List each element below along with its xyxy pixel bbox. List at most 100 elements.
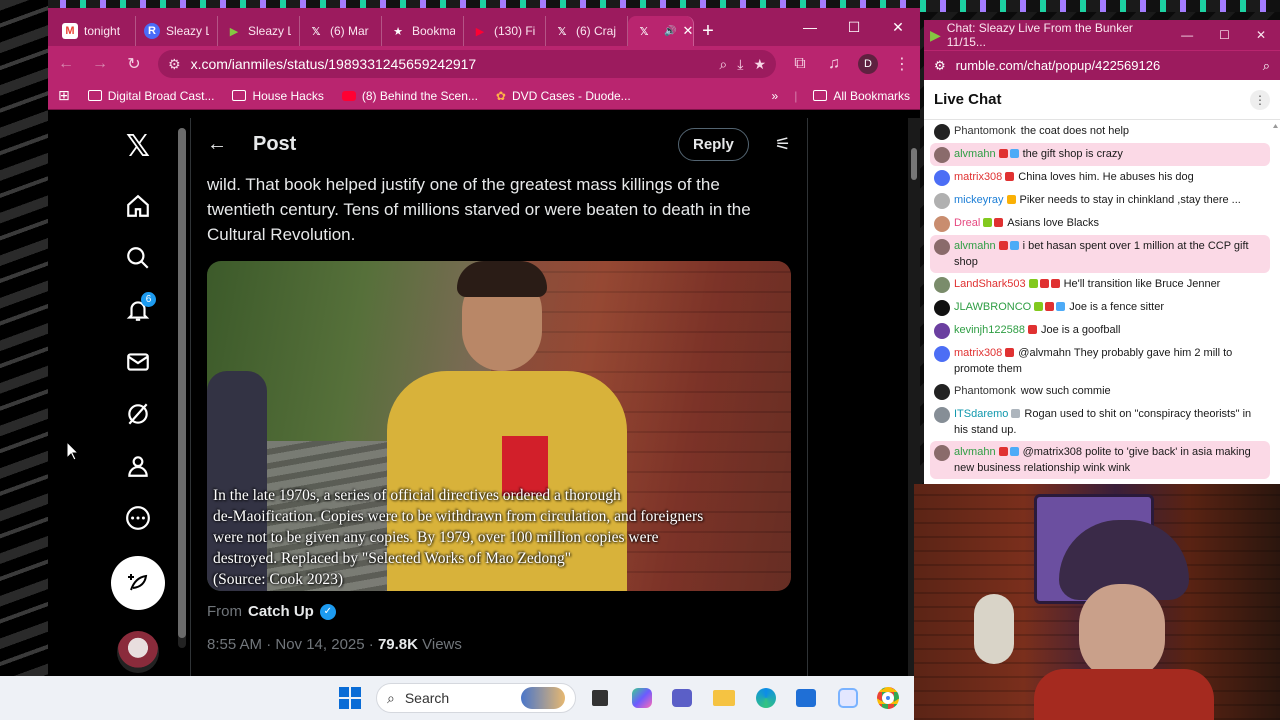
google-lens-icon[interactable]: ⧉ [790,55,810,73]
site-settings-icon[interactable]: ⚙ [934,58,946,74]
chat-message[interactable]: Phantomonk the coat does not help [930,120,1270,143]
chat-username[interactable]: mickeyray [954,194,1004,206]
reply-button[interactable]: Reply [678,127,749,161]
teams-icon[interactable] [668,684,696,712]
chat-message[interactable]: Dreal Asians love Blacks [930,212,1270,235]
chat-message[interactable]: matrix308 China loves him. He abuses his … [930,166,1270,189]
chat-scrollbar[interactable] [1273,124,1278,474]
more-bookmarks-icon[interactable]: » [772,89,779,103]
browser-menu-icon[interactable]: ⋮ [892,54,912,74]
user-avatar[interactable] [934,445,950,461]
chat-username[interactable]: Phantomonk [954,125,1016,137]
browser-tab[interactable]: 𝕏 (6) Mar [300,16,382,46]
nav-scrollbar[interactable] [178,128,186,648]
chat-message[interactable]: ITSdaremo Rogan used to shit on "conspira… [930,403,1270,441]
browser-tab[interactable]: ▶ (130) Fi [464,16,546,46]
browser-tab[interactable]: Mtonight [54,16,136,46]
bookmark-item[interactable]: House Hacks [232,89,324,103]
browser-tab[interactable]: R Sleazy L [136,16,218,46]
address-bar[interactable]: ⚙ x.com/ianmiles/status/1989331245659242… [158,50,776,78]
url-text[interactable]: x.com/ianmiles/status/198933124565924291… [191,56,710,72]
user-avatar[interactable] [934,407,950,423]
zoom-icon[interactable]: ⌕ [1263,58,1270,74]
chat-username[interactable]: alvmahn [954,240,996,252]
scrollbar-thumb[interactable] [911,148,917,180]
back-arrow-icon[interactable]: ← [207,133,227,156]
browser-tab[interactable]: 𝕏 (6) Craj [546,16,628,46]
user-avatar[interactable] [934,216,950,232]
chat-username[interactable]: matrix308 [954,347,1002,359]
home-icon[interactable] [108,184,168,228]
chat-username[interactable]: Phantomonk [954,385,1016,397]
site-settings-icon[interactable]: ⚙ [168,56,181,73]
chat-username[interactable]: LandShark503 [954,278,1026,290]
chat-username[interactable]: matrix308 [954,171,1002,183]
grok-icon[interactable] [108,392,168,436]
back-arrow-icon[interactable]: ← [56,55,76,73]
chat-message-list[interactable]: Phantomonk the coat does not help alvmahn t… [924,120,1280,484]
user-avatar[interactable] [934,277,950,293]
chat-message[interactable]: JLAWBRONCO Joe is a fence sitter [930,296,1270,319]
notifications-bell-icon[interactable]: 6 [108,288,168,332]
audio-playing-icon[interactable]: 🔊 [664,26,676,37]
source-link[interactable]: Catch Up [248,603,314,620]
chat-message[interactable]: alvmahn @matrix308 polite to 'give back' … [930,441,1270,479]
search-icon[interactable] [108,236,168,280]
chat-message[interactable]: mickeyray Piker needs to stay in chinklan… [930,189,1270,212]
chat-username[interactable]: Dreal [954,217,980,229]
profile-avatar[interactable]: D [858,54,878,74]
file-explorer-icon[interactable] [710,684,738,712]
chat-username[interactable]: alvmahn [954,446,996,458]
chat-url[interactable]: rumble.com/chat/popup/422569126 [956,58,1253,73]
task-view-icon[interactable] [586,684,614,712]
store-icon[interactable] [792,684,820,712]
chat-message[interactable]: alvmahn the gift shop is crazy [930,143,1270,166]
x-logo-icon[interactable]: 𝕏 [108,124,168,168]
user-avatar[interactable] [934,323,950,339]
chat-username[interactable]: alvmahn [954,148,996,160]
messages-envelope-icon[interactable] [108,340,168,384]
bookmark-item[interactable]: (8) Behind the Scen... [341,89,478,103]
maximize-icon[interactable]: ☐ [1219,28,1230,42]
user-avatar[interactable] [934,300,950,316]
forward-arrow-icon[interactable]: → [90,55,110,73]
taskbar-search[interactable]: ⌕ Search [376,683,576,713]
browser-tab[interactable]: ★ Bookma [382,16,464,46]
zoom-icon[interactable]: ⌕ [719,56,727,73]
minimize-icon[interactable]: — [788,8,832,46]
post-timestamp[interactable]: 8:55 AM · Nov 14, 2025 · [207,636,378,653]
reload-icon[interactable]: ↻ [124,54,144,74]
copilot-icon[interactable] [628,684,656,712]
user-avatar[interactable] [934,239,950,255]
account-avatar[interactable] [108,628,168,676]
chat-message[interactable]: LandShark503 He'll transition like Bruce … [930,273,1270,296]
new-tab-button[interactable]: + [694,16,722,46]
browser-tab[interactable]: 𝕏(🔊✕ [628,16,694,46]
compose-post-button[interactable] [108,556,168,610]
bookmark-star-icon[interactable]: ★ [753,56,766,73]
close-icon[interactable]: ✕ [1256,28,1266,42]
user-avatar[interactable] [934,170,950,186]
user-avatar[interactable] [934,193,950,209]
chrome-icon[interactable] [874,684,902,712]
close-icon[interactable]: ✕ [876,8,920,46]
chat-message[interactable]: kevinjh122588 Joe is a goofball [930,319,1270,342]
filter-sliders-icon[interactable]: ⚟ [775,134,791,155]
apps-grid-icon[interactable]: ⊞ [58,87,70,104]
windows-start-icon[interactable] [336,684,364,712]
chat-message[interactable]: Phantomonk wow such commie [930,380,1270,403]
user-avatar[interactable] [934,384,950,400]
chat-message[interactable]: alvmahn i bet hasan spent over 1 million … [930,235,1270,273]
install-icon[interactable]: ⤓ [737,56,743,73]
bookmark-item[interactable]: ✿ DVD Cases - Duode... [496,89,631,103]
media-controls-icon[interactable]: ♫ [824,55,844,73]
user-avatar[interactable] [934,346,950,362]
user-avatar[interactable] [934,124,950,140]
snipping-tool-icon[interactable] [834,684,862,712]
profile-person-icon[interactable] [108,444,168,488]
chat-username[interactable]: JLAWBRONCO [954,301,1031,313]
chat-message[interactable]: matrix308 @alvmahn They probably gave him… [930,342,1270,380]
browser-tab[interactable]: ▶ Sleazy L [218,16,300,46]
all-bookmarks-button[interactable]: All Bookmarks [813,89,910,103]
chat-username[interactable]: ITSdaremo [954,408,1008,420]
